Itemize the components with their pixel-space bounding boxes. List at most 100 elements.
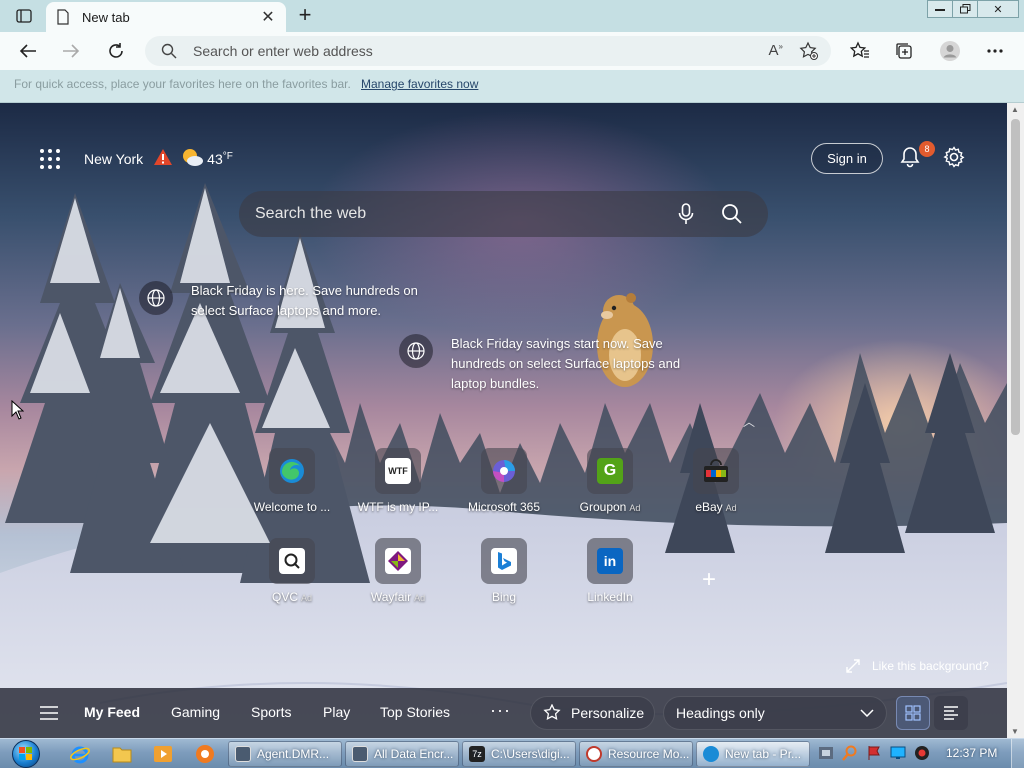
tile-label: LinkedIn <box>587 590 633 604</box>
edge-icon <box>279 458 305 484</box>
settings-more-icon[interactable] <box>983 40 1007 62</box>
taskbar-clock[interactable]: 12:37 PM <box>946 746 997 760</box>
layout-dropdown[interactable]: Headings only <box>663 696 887 730</box>
minimize-button[interactable] <box>927 0 953 18</box>
title-bar: New tab ✕ + ✕ <box>0 0 1024 32</box>
bing-icon <box>491 548 517 574</box>
add-favorite-icon[interactable] <box>799 41 819 64</box>
quick-link-tile[interactable]: Wayfair Ad <box>355 538 441 604</box>
taskbar-window-button[interactable]: 7z C:\Users\digi... <box>462 741 576 767</box>
read-aloud-icon[interactable]: A» <box>769 42 783 59</box>
page-settings-gear-icon[interactable] <box>943 146 965 171</box>
sign-in-button[interactable]: Sign in <box>811 143 883 174</box>
back-icon[interactable] <box>16 40 40 62</box>
page-scrollbar[interactable]: ▲ ▼ <box>1007 103 1024 738</box>
quick-link-tile[interactable]: QVC Ad <box>249 538 335 604</box>
scroll-down-arrow-icon[interactable]: ▼ <box>1011 727 1019 736</box>
sparkle-star-icon <box>543 704 561 721</box>
scrollbar-thumb[interactable] <box>1011 119 1020 435</box>
app-launcher-icon[interactable] <box>40 148 60 169</box>
address-bar[interactable]: Search or enter web address A» <box>145 36 831 66</box>
tab-actions-icon[interactable] <box>12 7 36 25</box>
favorites-bar-hint: For quick access, place your favorites h… <box>14 77 351 91</box>
quick-link-tile[interactable]: WTF WTF is my IP... <box>355 448 441 514</box>
taskbar-window-label: Agent.DMR... <box>257 747 330 761</box>
temperature-unit: °F <box>222 150 233 162</box>
internet-explorer-icon[interactable] <box>70 744 90 764</box>
tile-label: Welcome to ... <box>253 500 331 514</box>
forward-icon[interactable] <box>59 40 83 62</box>
notification-badge: 8 <box>919 141 935 157</box>
taskbar-window-button[interactable]: All Data Encr... <box>345 741 459 767</box>
tab-top-stories[interactable]: Top Stories <box>380 704 450 720</box>
quick-link-tile[interactable]: G Groupon Ad <box>567 448 653 514</box>
volume-record-icon[interactable] <box>914 745 930 761</box>
quick-link-tile[interactable]: Microsoft 365 <box>461 448 547 514</box>
notifications-bell-icon[interactable] <box>899 146 921 171</box>
navigation-bar: Search or enter web address A» <box>0 32 1024 70</box>
scroll-up-arrow-icon[interactable]: ▲ <box>1011 105 1019 114</box>
app-shortcut-icon[interactable] <box>195 744 215 764</box>
ad-badge: Ad <box>629 503 641 513</box>
close-window-button[interactable]: ✕ <box>977 0 1019 18</box>
seven-zip-icon: 7z <box>469 746 485 762</box>
taskbar: Agent.DMR... All Data Encr... 7z C:\User… <box>0 738 1024 768</box>
taskbar-window-label: Resource Mo... <box>608 747 690 761</box>
weather-row: New York 43°F <box>40 147 233 170</box>
partly-cloudy-icon <box>181 147 204 170</box>
quick-link-tile[interactable]: eBay Ad <box>673 448 759 514</box>
grid-view-button[interactable] <box>896 696 930 730</box>
tab-gaming[interactable]: Gaming <box>171 704 220 720</box>
collapse-chevron-up-icon[interactable]: ︿ <box>743 413 755 430</box>
qvc-icon <box>279 548 305 574</box>
manage-favorites-link[interactable]: Manage favorites now <box>361 77 478 91</box>
add-shortcut-icon[interactable]: + <box>702 566 716 594</box>
tray-app-icon[interactable] <box>818 745 834 761</box>
taskbar-window-button[interactable]: Resource Mo... <box>579 741 693 767</box>
display-icon[interactable] <box>890 745 906 761</box>
weather-city[interactable]: New York <box>84 151 143 167</box>
quick-link-tile[interactable]: Welcome to ... <box>249 448 335 514</box>
collections-icon[interactable] <box>892 40 916 62</box>
favorites-bar: For quick access, place your favorites h… <box>0 70 1024 103</box>
tab-play[interactable]: Play <box>323 704 350 720</box>
tile-label: Wayfair <box>370 590 412 604</box>
taskbar-window-button[interactable]: New tab - Pr... <box>696 741 810 767</box>
promo-hotspot[interactable]: Black Friday savings start now. Save hun… <box>399 334 709 394</box>
wtf-icon: WTF <box>385 458 411 484</box>
restore-button[interactable] <box>952 0 978 18</box>
temperature[interactable]: 43°F <box>207 151 233 167</box>
start-button[interactable] <box>9 739 43 768</box>
close-tab-icon[interactable]: ✕ <box>260 7 276 27</box>
tab-sports[interactable]: Sports <box>251 704 291 720</box>
hamburger-menu-icon[interactable] <box>40 706 58 723</box>
media-player-icon[interactable] <box>153 744 173 764</box>
ad-badge: Ad <box>301 593 313 603</box>
promo-hotspot[interactable]: Black Friday is here. Save hundreds on s… <box>139 281 439 321</box>
more-tabs-button[interactable]: ··· <box>490 700 511 721</box>
search-icon[interactable] <box>721 203 743 228</box>
tray-search-icon[interactable] <box>842 745 858 761</box>
microphone-icon[interactable] <box>678 203 694 228</box>
address-placeholder: Search or enter web address <box>193 43 373 59</box>
weather-alert-icon[interactable] <box>153 148 173 169</box>
new-tab-button[interactable]: + <box>292 4 318 28</box>
quick-link-tile[interactable]: in LinkedIn <box>567 538 653 604</box>
refresh-icon[interactable] <box>104 40 128 62</box>
taskbar-window-button[interactable]: Agent.DMR... <box>228 741 342 767</box>
favorites-icon[interactable] <box>848 40 872 62</box>
like-background-link[interactable]: Like this background? <box>846 659 989 673</box>
personalize-button[interactable]: Personalize <box>530 696 655 730</box>
web-search-box[interactable]: Search the web <box>239 191 768 237</box>
show-desktop-button[interactable] <box>1011 739 1024 768</box>
ad-badge: Ad <box>725 503 737 513</box>
folder-icon[interactable] <box>112 744 132 764</box>
list-view-button[interactable] <box>934 696 968 730</box>
action-center-flag-icon[interactable] <box>866 745 882 761</box>
taskbar-window-label: New tab - Pr... <box>725 747 802 761</box>
tab-my-feed[interactable]: My Feed <box>84 704 140 720</box>
tab-new-tab[interactable]: New tab ✕ <box>46 2 286 32</box>
quick-link-tile[interactable]: Bing <box>461 538 547 604</box>
profile-avatar[interactable] <box>938 40 962 62</box>
layout-dropdown-value: Headings only <box>676 705 765 721</box>
